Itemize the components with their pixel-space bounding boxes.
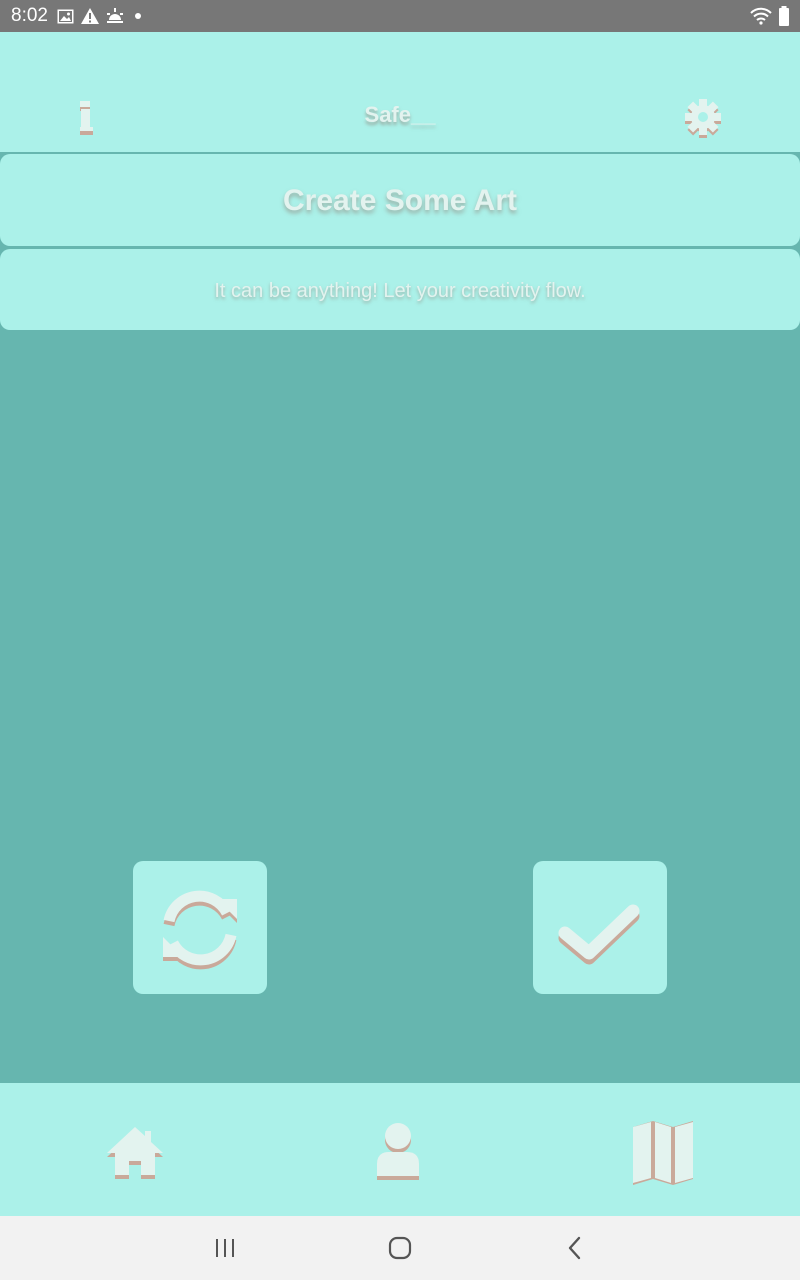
status-bar: 8:02 xyxy=(0,0,800,32)
home-circle-icon xyxy=(388,1236,412,1260)
prompt-subtitle: It can be anything! Let your creativity … xyxy=(214,280,586,302)
system-back-button[interactable] xyxy=(555,1232,595,1264)
confirm-button[interactable] xyxy=(533,861,667,994)
recent-apps-button[interactable] xyxy=(205,1232,245,1264)
nav-profile-button[interactable] xyxy=(363,1121,433,1185)
refresh-icon xyxy=(163,890,237,969)
wifi-icon xyxy=(750,7,772,25)
image-icon xyxy=(57,9,74,23)
refresh-button[interactable] xyxy=(133,861,267,994)
drawing-canvas[interactable] xyxy=(0,331,800,1083)
status-icons-right xyxy=(750,5,790,27)
prompt-title: Create Some Art xyxy=(283,184,517,217)
weather-icon xyxy=(107,8,123,23)
settings-button[interactable] xyxy=(682,96,724,138)
system-nav-bar xyxy=(0,1216,800,1280)
back-icon xyxy=(568,1236,581,1260)
bottom-nav xyxy=(0,1083,800,1216)
warning-icon xyxy=(81,8,99,24)
prompt-subtitle-card: It can be anything! Let your creativity … xyxy=(0,249,800,330)
gear-icon xyxy=(685,99,721,138)
battery-icon xyxy=(779,6,789,26)
prompt-title-card: Create Some Art xyxy=(0,154,800,246)
nav-home-button[interactable] xyxy=(100,1121,170,1185)
check-icon xyxy=(558,904,640,964)
map-icon xyxy=(633,1121,693,1185)
app-title: Safe__ xyxy=(364,102,436,127)
nav-map-button[interactable] xyxy=(628,1121,698,1185)
dot-icon xyxy=(135,13,141,19)
status-time: 8:02 xyxy=(11,5,48,26)
system-home-button[interactable] xyxy=(380,1232,420,1264)
home-icon xyxy=(107,1127,163,1179)
app-header xyxy=(0,32,800,152)
recent-apps-icon xyxy=(216,1239,234,1257)
status-icons-left xyxy=(57,6,145,26)
user-icon xyxy=(377,1123,419,1180)
